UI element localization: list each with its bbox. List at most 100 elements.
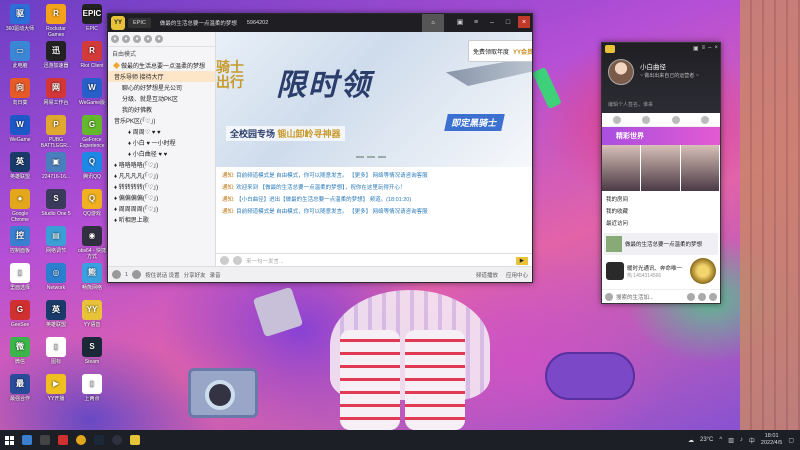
title-bar[interactable]: YY EPIC 做最的生活总要一点温柔的梦想 5964202 ⌂ ▣ ≡ – □… xyxy=(108,14,532,32)
desktop-icon[interactable]: ▣ 224716-16... xyxy=(40,152,72,180)
banner-pager[interactable] xyxy=(356,156,386,158)
desktop-icon[interactable]: P PUBG BATTLEGR... xyxy=(40,115,72,149)
desktop-icon[interactable]: YY YY语音 xyxy=(76,300,108,328)
desktop-icon[interactable]: Q QQ游戏 xyxy=(76,189,108,217)
apps-icon[interactable] xyxy=(701,115,710,124)
send-button[interactable]: ▶ xyxy=(515,256,528,265)
emoji-icon[interactable] xyxy=(233,256,242,265)
channel-list-item[interactable]: 音乐导师 接待大厅 xyxy=(108,71,215,82)
minimize-icon[interactable]: – xyxy=(708,45,711,52)
desktop-icon[interactable]: 驱 360驱动大师 xyxy=(4,4,36,32)
room-list-item[interactable]: 我的房间 xyxy=(606,193,716,205)
profile-avatar[interactable] xyxy=(608,59,634,85)
desktop-icon[interactable]: G GeForce Experience xyxy=(76,115,108,149)
taskbar[interactable]: ☁ 23°C ^ ▥ ♪ 中 18:01 2022/4/5 ▢ xyxy=(0,430,800,450)
location-icon[interactable]: ● xyxy=(133,35,141,43)
share-button[interactable]: 分享好友 xyxy=(184,271,206,279)
taskbar-app-video[interactable] xyxy=(54,430,72,450)
desktop-icon[interactable]: ▯ 里面选择 xyxy=(4,263,36,291)
desktop-icon[interactable]: 微微信 xyxy=(4,337,36,365)
tab-epic[interactable]: EPIC xyxy=(128,18,151,28)
desktop-icon[interactable]: S Steam xyxy=(76,337,108,365)
desktop-icon[interactable]: 迅迅游加速器 xyxy=(40,41,72,69)
profile-nickname[interactable]: 小白曲径 xyxy=(640,61,666,71)
channel-list-item[interactable]: ♦ 咯咯咯咯(「♡」) xyxy=(108,159,215,170)
profile-edit[interactable]: 编辑个人签名，谁来 xyxy=(608,101,653,108)
group-icon[interactable]: ● xyxy=(155,35,163,43)
skin-icon[interactable]: ▣ xyxy=(454,16,466,28)
desktop-icon[interactable]: ▯ 图标 xyxy=(40,337,72,365)
channel-list-item[interactable]: 分级、就是互动PK区 xyxy=(108,93,215,104)
channel-list-item[interactable]: ♦ 周周♡ ♥ ♥ xyxy=(108,126,215,137)
desktop-icon[interactable]: 控控制面板 xyxy=(4,226,36,254)
minimize-icon[interactable]: – xyxy=(486,16,498,28)
ime-indicator[interactable]: 中 xyxy=(749,436,755,445)
search-icon[interactable] xyxy=(709,292,717,301)
system-tray[interactable]: ☁ 23°C ^ ▥ ♪ 中 18:01 2022/4/5 ▢ xyxy=(688,433,800,447)
channel-list-item[interactable]: ♦ 转转转转(「♡」) xyxy=(108,181,215,192)
desktop-icon[interactable]: 最最强合作 xyxy=(4,374,36,402)
refresh-icon[interactable]: ● xyxy=(144,35,152,43)
app-center-button[interactable]: 应用中心 xyxy=(506,271,528,279)
channel-list-item[interactable]: ♦ 听相思上歌 xyxy=(108,214,215,225)
desktop-icon[interactable]: W WeGame xyxy=(4,115,36,143)
chat-input[interactable]: 来一句一发言... xyxy=(246,257,284,265)
desktop-icon[interactable]: G GeeSee xyxy=(4,300,36,328)
home-icon[interactable]: ⌂ xyxy=(422,14,444,32)
channel-play-button[interactable]: 频道播放 xyxy=(476,271,498,279)
ad-item[interactable]: 暖时光通讯、奔命唯一 热 1454314566 xyxy=(604,257,718,285)
channel-list-item[interactable]: ♦ 小白曲径 ♥ ♥ xyxy=(108,148,215,159)
featured-section[interactable]: 精彩世界 我的房间 我的收藏 最近访问 xyxy=(602,127,720,233)
network-icon[interactable]: ▥ xyxy=(728,437,734,444)
maximize-icon[interactable]: □ xyxy=(502,16,514,28)
channel-list-item[interactable]: 音乐PK区(「♡」) xyxy=(108,115,215,126)
taskbar-app-chrome[interactable] xyxy=(72,430,90,450)
desktop-icon[interactable]: 网网易工作台 xyxy=(40,78,72,106)
taskbar-app-media[interactable] xyxy=(36,430,54,450)
channel-list-item[interactable]: ♦ 周周周周(「♡」) xyxy=(108,203,215,214)
chat-icon[interactable] xyxy=(671,115,680,124)
desktop-icon[interactable]: S Studio One 5 xyxy=(40,189,72,217)
channel-list-item[interactable]: ♦ 凡凡凡凡(「♡」) xyxy=(108,170,215,181)
desktop-icon[interactable]: R Riot Client xyxy=(76,41,108,69)
menu-icon[interactable]: ≡ xyxy=(702,45,706,52)
vip-promo-button[interactable]: 免费领取年度 YY会员 ☺ xyxy=(468,40,532,62)
start-button[interactable] xyxy=(0,430,18,450)
channel-list-item[interactable]: 聊心的好梦想星光公司 xyxy=(108,82,215,93)
chat-log[interactable]: 通知: 目前频道模式是 自由模式，你可以随意发言。 【更多】 网络等情况请咨询客… xyxy=(216,167,532,253)
profile-signature[interactable]: ~ 做出出来自己的运营者 ~ xyxy=(640,72,699,79)
skin-icon[interactable]: ▣ xyxy=(693,45,699,52)
room-list-item[interactable]: 最近访问 xyxy=(606,217,716,229)
side-footer[interactable]: 搜索的生活加... xyxy=(602,289,720,303)
mic-icon[interactable] xyxy=(132,270,142,279)
desktop-icon[interactable]: R Rockstar Games xyxy=(40,4,72,38)
star-icon[interactable] xyxy=(612,115,621,124)
channel-list-item[interactable]: 我的好佛教 xyxy=(108,104,215,115)
yy-side-panel[interactable]: ▣ ≡ – × 小白曲径 ~ 做出出来自己的运营者 ~ 编辑个人签名，谁来 精彩… xyxy=(601,42,721,304)
menu-icon[interactable]: ≡ xyxy=(470,16,482,28)
promo-banner[interactable]: 骑士 出行 限时领 全校园专场 锻山卸岭寻神器 即定黑骑士 免费领取年度 YY会… xyxy=(216,32,532,167)
channel-list-item[interactable]: 做最的生活总要一点温柔的梦想 xyxy=(108,60,215,71)
room-list-item[interactable]: 我的收藏 xyxy=(606,205,716,217)
desktop-icon[interactable]: ▭ 此电脑 xyxy=(4,41,36,69)
featured-title[interactable]: 精彩世界 xyxy=(602,127,720,145)
menu-icon[interactable] xyxy=(605,292,613,301)
desktop-icon[interactable]: ▯ 上两点 xyxy=(76,374,108,402)
yy-main-window[interactable]: YY EPIC 做最的生活总要一点温柔的梦想 5964202 ⌂ ▣ ≡ – □… xyxy=(107,13,533,283)
chat-input-bar[interactable]: 来一句一发言... ▶ xyxy=(216,253,532,267)
taskbar-app-explorer[interactable] xyxy=(18,430,36,450)
desktop-icon[interactable]: 熊畅熊网络 xyxy=(76,263,108,291)
grid-icon[interactable] xyxy=(698,292,706,301)
search-field[interactable]: 搜索的生活加... xyxy=(616,293,654,301)
desktop-icon[interactable]: 英英雄联盟 xyxy=(40,300,72,328)
featured-images[interactable] xyxy=(602,145,720,191)
volume-icon[interactable]: ♪ xyxy=(740,437,743,443)
user-icon[interactable]: ● xyxy=(111,35,119,43)
channel-mode[interactable]: 自由模式 xyxy=(108,47,215,60)
desktop-icon[interactable]: 英英雄联盟 xyxy=(4,152,36,180)
tray-arrow-icon[interactable]: ^ xyxy=(719,437,722,443)
notification-icon[interactable]: ▢ xyxy=(788,437,794,444)
desktop-icon[interactable]: ◎ Network xyxy=(40,263,72,291)
close-icon[interactable]: × xyxy=(518,16,530,28)
desktop-icon[interactable]: W WeGame版 xyxy=(76,78,108,106)
